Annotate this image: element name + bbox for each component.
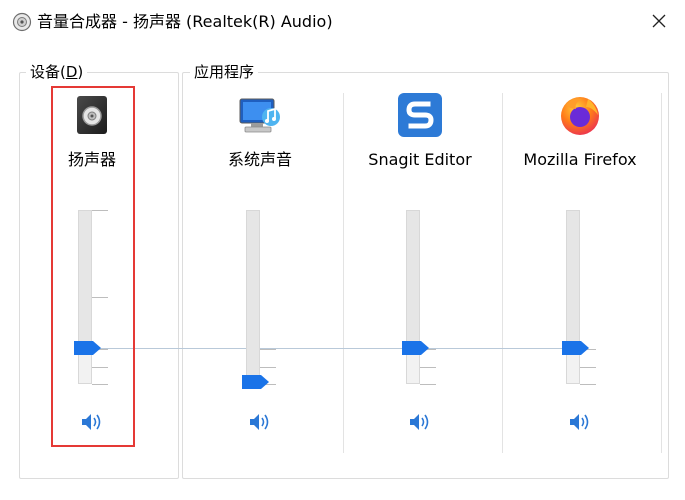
applications-group-label: 应用程序 <box>190 62 259 82</box>
volume-slider-track[interactable] <box>566 210 580 384</box>
volume-slider-thumb[interactable] <box>74 340 101 356</box>
speaker-volume-icon <box>80 412 104 436</box>
channel-label: Mozilla Firefox <box>523 150 637 169</box>
slider-tick <box>420 384 436 385</box>
slider-tick <box>580 384 596 385</box>
slider-tick <box>260 349 276 351</box>
slider-tick <box>92 297 108 298</box>
system-sounds-icon[interactable] <box>237 92 283 138</box>
volume-slider-thumb[interactable] <box>402 340 429 356</box>
firefox-icon[interactable] <box>557 92 603 138</box>
slider-tick <box>420 366 436 368</box>
channel-mozilla-firefox: Mozilla Firefox <box>500 92 660 452</box>
channel-snagit-editor: Snagit Editor <box>340 92 500 452</box>
column-separator <box>661 93 662 453</box>
channel-label: Snagit Editor <box>368 150 472 169</box>
channel-speakers: 扬声器 <box>12 92 172 452</box>
speaker-device-icon[interactable] <box>69 92 115 138</box>
speaker-volume-icon <box>408 412 432 436</box>
window-title: 音量合成器 - 扬声器 (Realtek(R) Audio) <box>37 12 333 31</box>
close-button[interactable] <box>640 6 678 38</box>
volume-slider-track[interactable] <box>246 210 260 384</box>
channel-label: 扬声器 <box>67 150 116 169</box>
slider-tick <box>92 210 108 211</box>
volume-slider-track[interactable] <box>78 210 92 384</box>
mute-button[interactable] <box>246 412 274 436</box>
channel-system-sounds: 系统声音 <box>180 92 340 452</box>
mixer-icon <box>12 12 32 32</box>
volume-slider-track[interactable] <box>406 210 420 384</box>
close-icon <box>652 13 666 32</box>
slider-tick <box>92 366 108 368</box>
snagit-icon[interactable] <box>397 92 443 138</box>
slider-tick <box>260 366 276 368</box>
mute-button[interactable] <box>566 412 594 436</box>
speaker-volume-icon <box>248 412 272 436</box>
channel-label: 系统声音 <box>227 150 292 169</box>
speaker-volume-icon <box>568 412 592 436</box>
mute-button[interactable] <box>78 412 106 436</box>
slider-tick <box>580 366 596 368</box>
volume-slider-thumb[interactable] <box>242 374 269 389</box>
volume-slider-thumb[interactable] <box>562 340 589 356</box>
device-group-label: 设备(D) <box>26 62 88 82</box>
slider-tick <box>92 384 108 385</box>
title-bar: 音量合成器 - 扬声器 (Realtek(R) Audio) <box>0 0 685 44</box>
mute-button[interactable] <box>406 412 434 436</box>
